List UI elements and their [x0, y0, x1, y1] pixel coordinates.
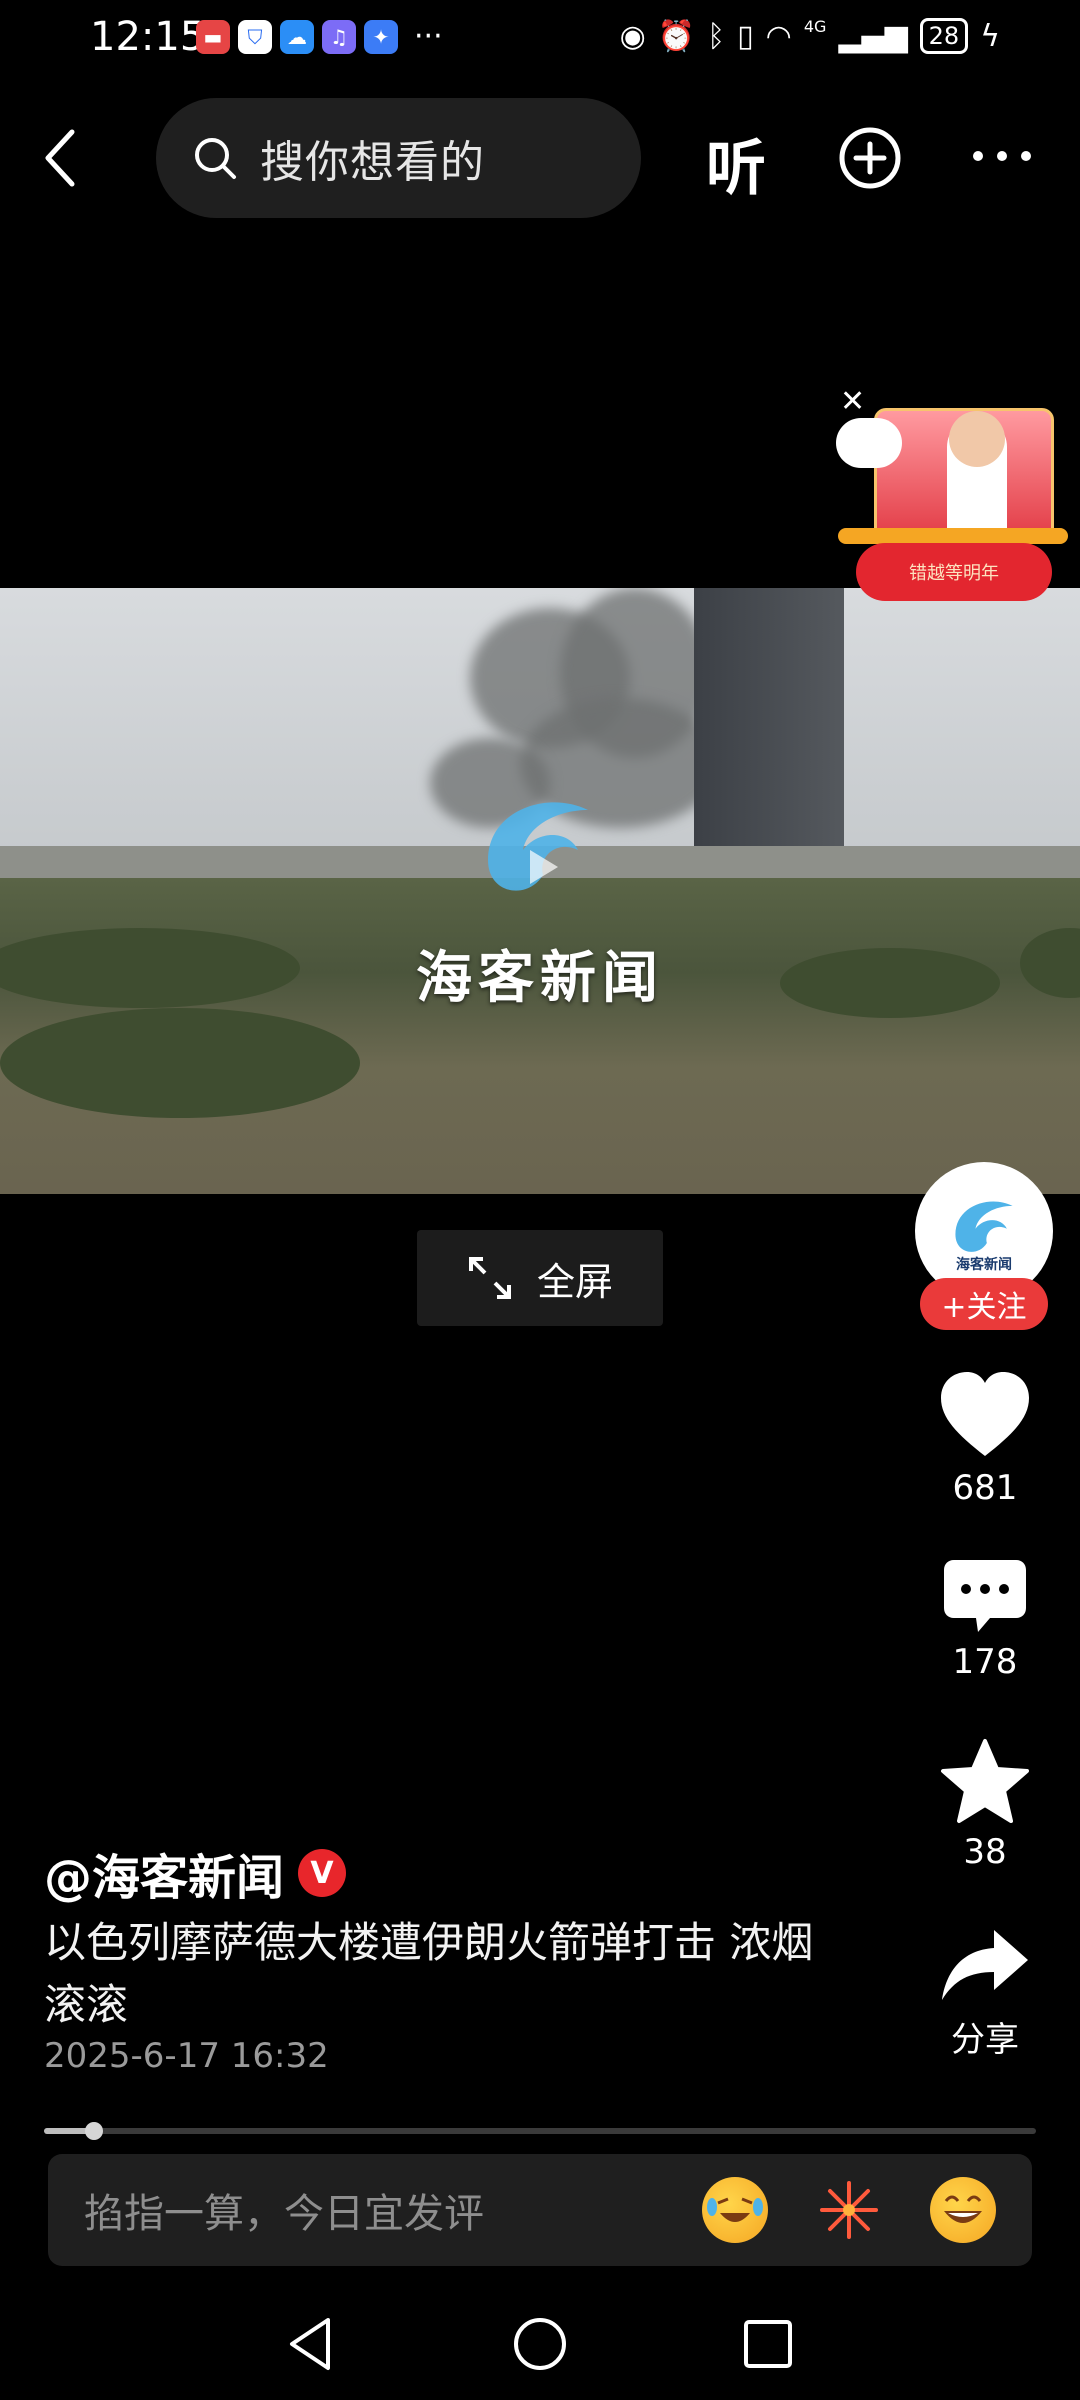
eye-icon: ◉ [619, 18, 646, 54]
nav-recents-icon[interactable] [738, 2314, 798, 2374]
ad-base [838, 528, 1068, 544]
shield-icon: ⛉ [238, 20, 272, 54]
search-placeholder: 搜你想看的 [260, 137, 485, 188]
huawei-icon: ▬ [196, 20, 230, 54]
status-indicators: ◉ ⏰ ᛒ ▯ ◠ 4G ▂▄▆ 28 ϟ [619, 16, 1000, 54]
video-ground [0, 878, 1080, 1194]
comment-input[interactable]: 掐指一算，今日宜发评 [84, 2181, 654, 2239]
status-more-icon: ··· [414, 19, 443, 54]
watermark-text: 海客新闻 [416, 945, 664, 1011]
share-arrow-icon [942, 1930, 1028, 2000]
floating-ad[interactable]: ✕ 错越等明年 [832, 378, 1072, 606]
status-app-icons: ▬ ⛉ ☁ ♫ ✦ ··· [196, 20, 443, 54]
share-button[interactable]: 分享 [910, 1926, 1060, 2061]
progress-handle[interactable] [84, 2122, 103, 2140]
grin-emoji-icon[interactable] [930, 2177, 996, 2243]
chevron-left-icon [45, 129, 75, 187]
bluetooth-icon: ᛒ [707, 18, 726, 54]
comment-bar: 掐指一算，今日宜发评 [48, 2154, 1032, 2266]
charging-icon: ϟ [980, 18, 1000, 54]
plus-circle-icon [839, 127, 901, 189]
comment-count: 178 [952, 1642, 1018, 1682]
system-nav-bar [0, 2290, 1080, 2400]
watermark-logo-icon [488, 802, 588, 891]
weather-icon: ☁ [280, 20, 314, 54]
battery-level: 28 [919, 18, 969, 54]
heart-icon [941, 1372, 1029, 1456]
laugh-cry-emoji-icon[interactable] [702, 2177, 768, 2243]
ad-cta-button[interactable]: 错越等明年 [856, 543, 1052, 601]
avatar-logo-icon [955, 1201, 1013, 1252]
music-icon: ♫ [322, 20, 356, 54]
network-type: 4G [803, 16, 827, 36]
comment-bubble-icon [944, 1560, 1026, 1632]
nav-home-icon[interactable] [510, 2314, 570, 2374]
bush [0, 1008, 360, 1118]
share-label: 分享 [951, 2020, 1019, 2060]
expand-icon [468, 1257, 511, 1299]
back-button[interactable] [40, 126, 100, 190]
add-button[interactable] [838, 126, 902, 190]
bulb-icon: ✦ [364, 20, 398, 54]
vibrate-icon: ▯ [737, 18, 754, 54]
post-date: 2025-6-17 16:32 [44, 2036, 329, 2076]
ad-image[interactable] [874, 408, 1054, 542]
firework-emoji-icon[interactable] [816, 2177, 882, 2243]
close-icon[interactable]: ✕ [840, 384, 865, 419]
fullscreen-label: 全屏 [536, 1259, 613, 1304]
author-name[interactable]: @海客新闻 [44, 1838, 284, 1908]
ad-person-head [949, 411, 1005, 467]
video-progress-bar[interactable] [44, 2122, 1036, 2140]
status-bar: 12:15 ▬ ⛉ ☁ ♫ ✦ ··· ◉ ⏰ ᛒ ▯ ◠ 4G ▂▄▆ 28 … [0, 0, 1080, 80]
avatar-label: 海客新闻 [956, 1257, 1012, 1273]
author-row[interactable]: @海客新闻 V [44, 1838, 347, 1908]
fullscreen-button[interactable]: 全屏 [417, 1230, 663, 1326]
listen-button[interactable]: 听 [706, 120, 766, 207]
like-count: 681 [952, 1468, 1018, 1508]
signal-icon: ▂▄▆ [838, 18, 908, 54]
like-button[interactable]: 681 [910, 1370, 1060, 1508]
top-nav: 搜你想看的 听 [0, 98, 1080, 222]
verified-badge: V [298, 1849, 347, 1897]
favorite-button[interactable]: 38 [910, 1738, 1060, 1872]
star-icon [941, 1739, 1029, 1823]
more-options-button[interactable] [970, 146, 1034, 166]
comment-button[interactable]: 178 [910, 1558, 1060, 1682]
status-time: 12:15 [90, 14, 206, 60]
post-caption: 以色列摩萨德大楼遭伊朗火箭弹打击 浓烟滚滚 [44, 1918, 814, 2029]
nav-back-icon[interactable] [280, 2314, 340, 2374]
follow-button[interactable]: +关注 [920, 1278, 1048, 1330]
video-player[interactable]: 海客新闻 [0, 588, 1080, 1194]
wifi-icon: ◠ [765, 18, 792, 54]
alarm-icon: ⏰ [657, 18, 696, 54]
more-dots-icon [973, 151, 1031, 161]
tower-building [694, 588, 844, 870]
ad-mascot [836, 418, 902, 468]
search-input[interactable]: 搜你想看的 [156, 98, 641, 218]
favorite-count: 38 [963, 1832, 1007, 1872]
search-icon [195, 138, 236, 179]
